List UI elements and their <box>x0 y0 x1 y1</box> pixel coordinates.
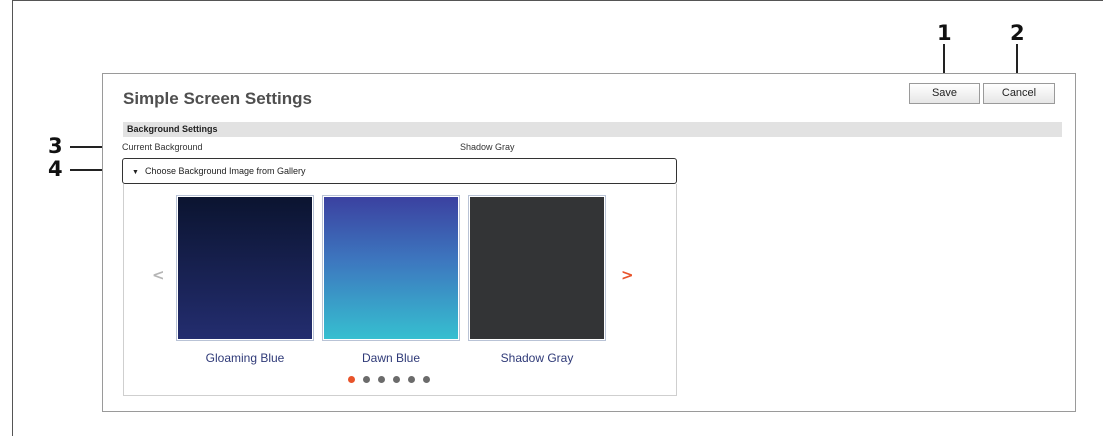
callout-1: 1 <box>937 21 952 45</box>
carousel-next-icon[interactable]: > <box>621 266 634 284</box>
callout-3: 3 <box>48 134 63 158</box>
carousel-dot[interactable] <box>408 376 415 383</box>
triangle-down-icon: ▼ <box>132 169 139 176</box>
carousel-pagination <box>348 376 430 383</box>
gallery-toggle-label: Choose Background Image from Gallery <box>144 166 306 176</box>
page-title: Simple Screen Settings <box>123 89 312 108</box>
carousel-dot[interactable] <box>378 376 385 383</box>
callout-2: 2 <box>1010 21 1025 45</box>
gallery-item-label[interactable]: Shadow Gray <box>468 351 606 365</box>
carousel-dot[interactable] <box>423 376 430 383</box>
gallery-thumb-dawn-blue[interactable] <box>322 195 460 341</box>
save-button[interactable]: Save <box>909 83 980 104</box>
current-background-value: Shadow Gray <box>460 142 515 152</box>
current-background-label: Current Background <box>122 142 203 152</box>
gallery-item-label[interactable]: Dawn Blue <box>322 351 460 365</box>
gallery-thumb-shadow-gray[interactable] <box>468 195 606 341</box>
shadow-gray-swatch <box>470 197 604 339</box>
page-root: 1 2 3 4 Simple Screen Settings Save Canc… <box>0 0 1103 436</box>
carousel-dot[interactable] <box>348 376 355 383</box>
carousel-dot[interactable] <box>393 376 400 383</box>
simple-screen-settings-panel: Simple Screen Settings Save Cancel Backg… <box>102 73 1076 412</box>
gallery-carousel: < Gloaming Blue Dawn Blue Shadow Gray > <box>123 184 677 396</box>
gallery-toggle[interactable]: ▼ Choose Background Image from Gallery <box>122 158 677 184</box>
gloaming-blue-swatch <box>178 197 312 339</box>
gallery-item-label[interactable]: Gloaming Blue <box>176 351 314 365</box>
gallery-thumb-gloaming-blue[interactable] <box>176 195 314 341</box>
cancel-button[interactable]: Cancel <box>983 83 1055 104</box>
carousel-prev-icon[interactable]: < <box>152 266 165 284</box>
dawn-blue-swatch <box>324 197 458 339</box>
callout-4: 4 <box>48 157 63 181</box>
background-settings-header: Background Settings <box>123 122 1062 137</box>
carousel-dot[interactable] <box>363 376 370 383</box>
